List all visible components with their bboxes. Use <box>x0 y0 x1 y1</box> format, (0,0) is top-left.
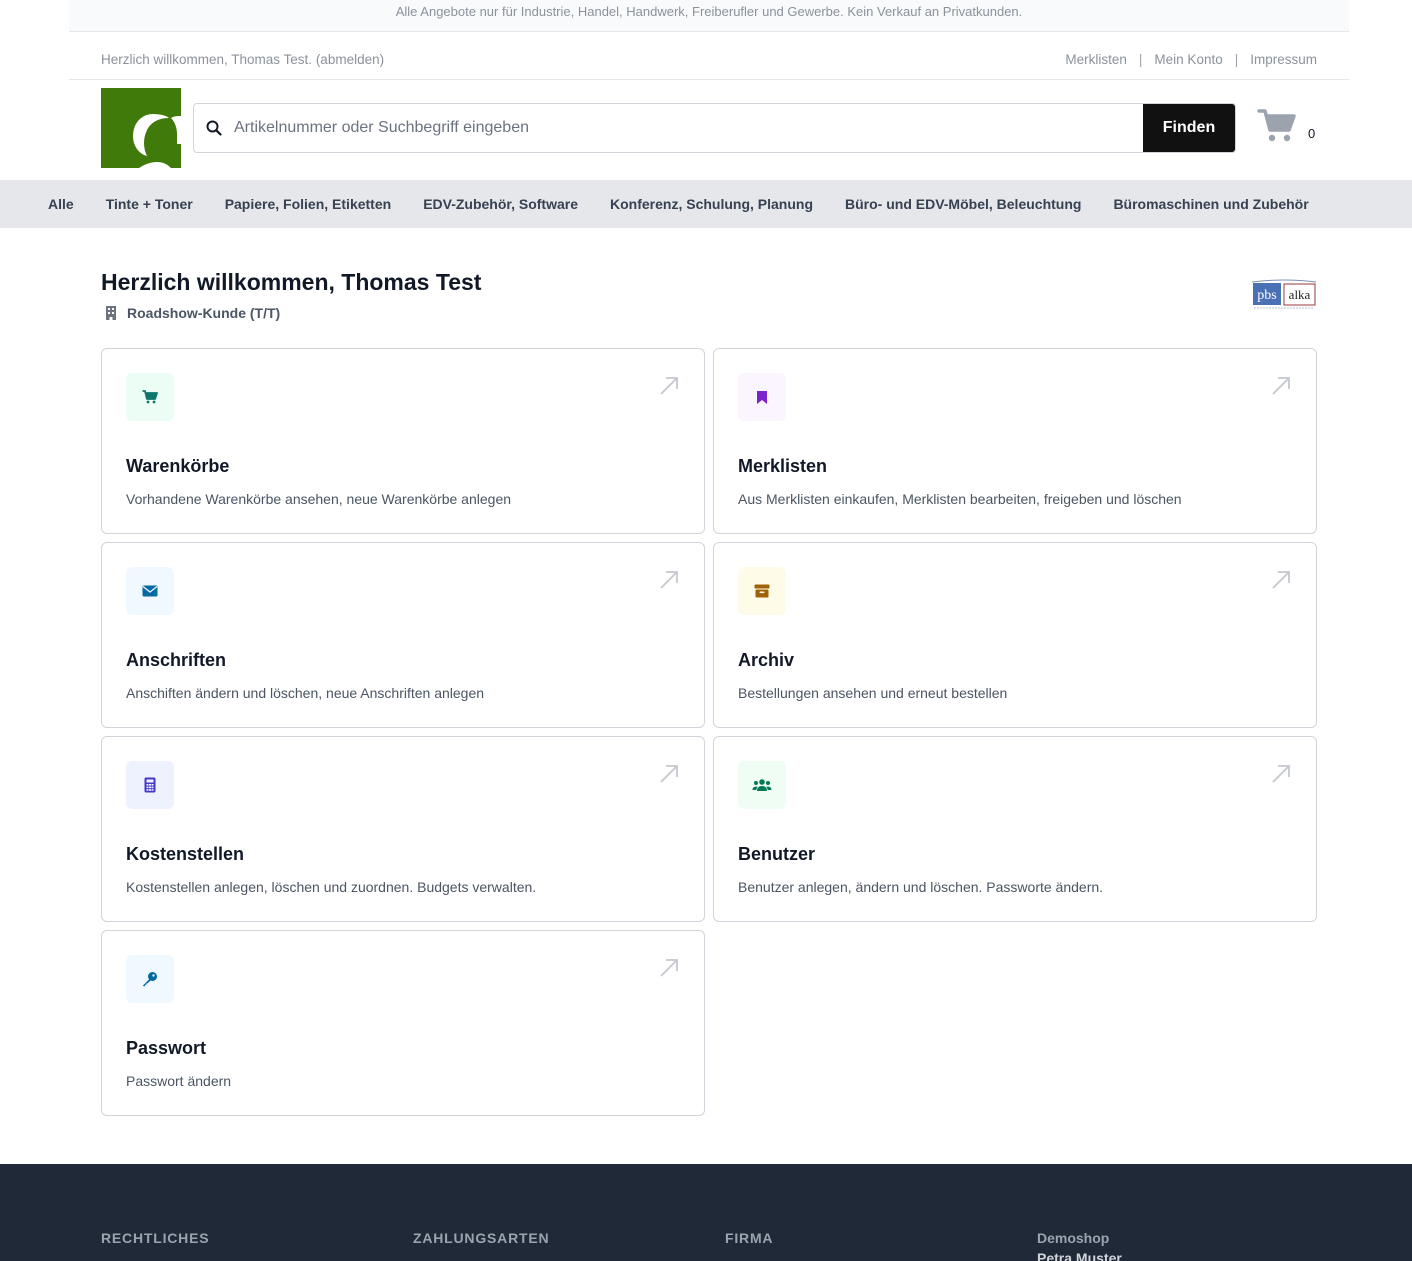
footer-heading-zahlungsarten: ZAHLUNGSARTEN <box>413 1230 550 1246</box>
header: Finden 0 <box>0 80 1412 180</box>
category-moebel[interactable]: Büro- und EDV-Möbel, Beleuchtung <box>829 196 1097 212</box>
search-input[interactable] <box>234 104 1143 152</box>
search-icon <box>194 104 234 152</box>
page-title: Herzlich willkommen, Thomas Test <box>101 269 482 295</box>
card-benutzer[interactable]: Benutzer Benutzer anlegen, ändern und lö… <box>713 736 1317 922</box>
footer-shop-name: Demoshop <box>1037 1230 1110 1246</box>
cart-count: 0 <box>1308 126 1316 141</box>
card-title: Benutzer <box>738 844 816 864</box>
category-konferenz[interactable]: Konferenz, Schulung, Planung <box>594 196 829 212</box>
card-description: Passwort ändern <box>126 1073 232 1089</box>
footer-heading-firma: FIRMA <box>725 1230 774 1246</box>
card-title: Kostenstellen <box>126 844 245 864</box>
footer-contact-name: Petra Muster <box>1037 1250 1122 1261</box>
card-passwort[interactable]: Passwort Passwort ändern <box>101 930 705 1116</box>
card-warenkoerbe[interactable]: Warenkörbe Vorhandene Warenkörbe ansehen… <box>101 348 705 534</box>
category-tinte-toner[interactable]: Tinte + Toner <box>90 196 209 212</box>
card-description: Benutzer anlegen, ändern und löschen. Pa… <box>738 879 1104 895</box>
building-icon <box>106 306 116 320</box>
arrow-up-right-icon <box>660 765 678 783</box>
cart-icon <box>126 373 174 421</box>
card-description: Aus Merklisten einkaufen, Merklisten bea… <box>738 491 1182 507</box>
card-description: Anschiften ändern und löschen, neue Ansc… <box>126 685 485 701</box>
welcome-logout-link[interactable]: Herzlich willkommen, Thomas Test. (abmel… <box>101 52 384 67</box>
card-title: Passwort <box>126 1038 207 1058</box>
key-icon <box>126 955 174 1003</box>
find-button[interactable]: Finden <box>1143 104 1235 152</box>
top-bar: Herzlich willkommen, Thomas Test. (abmel… <box>69 32 1349 80</box>
search-bar: Finden <box>193 103 1236 153</box>
category-alle[interactable]: Alle <box>32 196 90 212</box>
customer-group-label: Roadshow-Kunde (T/T) <box>127 305 281 321</box>
card-title: Merklisten <box>738 456 828 476</box>
category-bueromaschinen[interactable]: Büromaschinen und Zubehör <box>1097 196 1324 212</box>
customer-group: Roadshow-Kunde (T/T) <box>103 305 280 321</box>
calculator-icon <box>126 761 174 809</box>
partner-logo-left-text: pbs <box>1257 288 1276 303</box>
card-anschriften[interactable]: Anschriften Anschiften ändern und lösche… <box>101 542 705 728</box>
category-nav: Alle Tinte + Toner Papiere, Folien, Etik… <box>0 180 1412 228</box>
footer-heading-rechtliches: RECHTLICHES <box>101 1230 210 1246</box>
b2b-notice-banner: Alle Angebote nur für Industrie, Handel,… <box>69 0 1349 32</box>
users-icon <box>738 761 786 809</box>
separator: | <box>1234 52 1239 67</box>
cart-button[interactable]: 0 <box>1257 108 1321 148</box>
category-papiere[interactable]: Papiere, Folien, Etiketten <box>209 196 408 212</box>
toplink-merklisten[interactable]: Merklisten <box>1065 52 1127 67</box>
card-title: Anschriften <box>126 650 227 670</box>
card-title: Warenkörbe <box>126 456 230 476</box>
card-description: Kostenstellen anlegen, löschen und zuord… <box>126 879 537 895</box>
bookmark-icon <box>738 373 786 421</box>
footer: RECHTLICHES ZAHLUNGSARTEN FIRMA Demoshop… <box>0 1164 1412 1261</box>
arrow-up-right-icon <box>1272 571 1290 589</box>
card-description: Bestellungen ansehen und erneut bestelle… <box>738 685 1008 701</box>
card-description: Vorhandene Warenkörbe ansehen, neue Ware… <box>126 491 512 507</box>
archive-icon <box>738 567 786 615</box>
arrow-up-right-icon <box>1272 377 1290 395</box>
arrow-up-right-icon <box>660 571 678 589</box>
arrow-up-right-icon <box>1272 765 1290 783</box>
card-kostenstellen[interactable]: Kostenstellen Kostenstellen anlegen, lös… <box>101 736 705 922</box>
card-archiv[interactable]: Archiv Bestellungen ansehen und erneut b… <box>713 542 1317 728</box>
category-edv-zubehoer[interactable]: EDV-Zubehör, Software <box>407 196 594 212</box>
arrow-up-right-icon <box>660 959 678 977</box>
shop-logo[interactable] <box>101 88 181 168</box>
envelope-icon <box>126 567 174 615</box>
card-merklisten[interactable]: Merklisten Aus Merklisten einkaufen, Mer… <box>713 348 1317 534</box>
cart-icon <box>1257 109 1296 142</box>
partner-logo-right-text: alka <box>1289 287 1311 302</box>
toplink-mein-konto[interactable]: Mein Konto <box>1154 52 1222 67</box>
top-links: Merklisten | Mein Konto | Impressum <box>1065 52 1317 67</box>
toplink-impressum[interactable]: Impressum <box>1250 52 1317 67</box>
arrow-up-right-icon <box>660 377 678 395</box>
separator: | <box>1138 52 1143 67</box>
pbs-alka-logo: pbs alka <box>1251 279 1317 309</box>
card-title: Archiv <box>738 650 795 670</box>
